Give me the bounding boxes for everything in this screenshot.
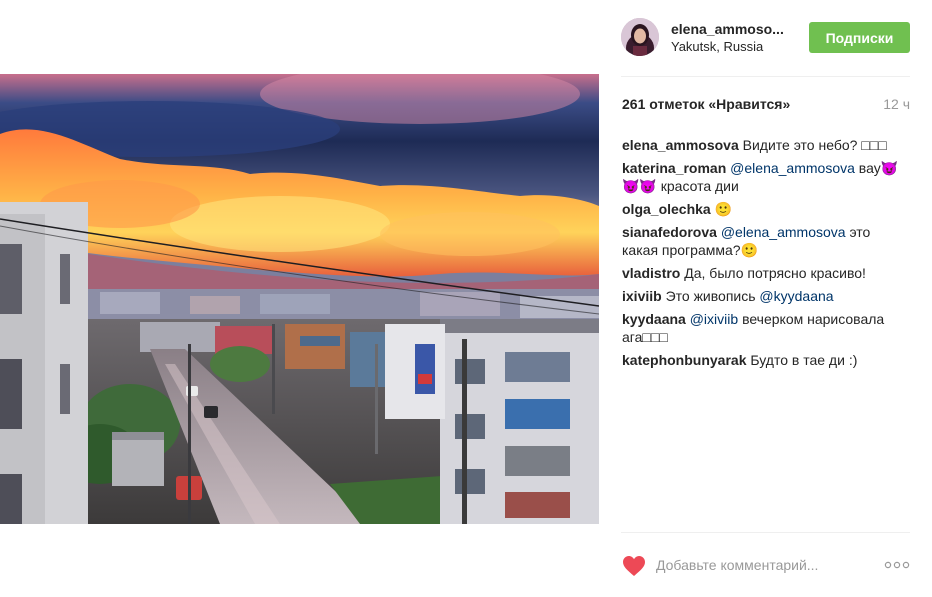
comment-username[interactable]: vladistro (622, 265, 680, 281)
comment-text: Будто в тае ди :) (750, 352, 858, 368)
comment-mention[interactable]: @ixiviib (690, 311, 738, 327)
comment-mention[interactable]: @elena_ammosova (730, 160, 855, 176)
more-options-icon[interactable] (884, 558, 910, 572)
comment-item: kyydaana @ixiviib вечерком нарисовала аг… (622, 310, 910, 346)
comment-item: vladistro Да, было потрясно красиво! (622, 264, 910, 282)
comments-divider (621, 532, 910, 533)
post-timestamp[interactable]: 12 ч (883, 96, 910, 112)
comment-username[interactable]: katephonbunyarak (622, 352, 746, 368)
likes-row: 261 отметок «Нравится» 12 ч (622, 96, 910, 116)
location-link[interactable]: Yakutsk, Russia (671, 39, 763, 54)
likes-count[interactable]: 261 отметок «Нравится» (622, 96, 790, 112)
comment-bar (622, 553, 910, 579)
comment-item: katerina_roman @elena_ammosova вау😈😈😈 кр… (622, 159, 910, 195)
comment-input[interactable] (656, 553, 866, 577)
comment-text: Это живопись (665, 288, 756, 304)
avatar-image (621, 18, 659, 56)
comment-username[interactable]: sianafedorova (622, 224, 717, 240)
comment-mention[interactable]: @kyydaana (759, 288, 833, 304)
comment-item: elena_ammosova Видите это небо? □□□ (622, 136, 910, 154)
user-avatar[interactable] (621, 18, 659, 56)
comment-item: olga_olechka 🙂 (622, 200, 910, 218)
header-divider (621, 76, 910, 77)
comment-username[interactable]: ixiviib (622, 288, 662, 304)
comment-item: ixiviib Это живопись @kyydaana (622, 287, 910, 305)
heart-icon-shape (623, 556, 645, 576)
comment-item: katephonbunyarak Будто в тае ди :) (622, 351, 910, 369)
post-photo[interactable] (0, 74, 599, 524)
follow-button[interactable]: Подписки (809, 22, 910, 53)
comment-item: sianafedorova @elena_ammosova это какая … (622, 223, 910, 259)
comment-username[interactable]: katerina_roman (622, 160, 726, 176)
username-link[interactable]: elena_ammoso... (671, 21, 801, 37)
heart-icon[interactable] (622, 555, 646, 577)
comment-text: 🙂 (714, 201, 733, 217)
comment-text: Да, было потрясно красиво! (684, 265, 866, 281)
sunset-cityscape-image (0, 74, 599, 524)
instagram-post-page: elena_ammoso... Yakutsk, Russia Подписки… (0, 0, 932, 597)
post-header: elena_ammoso... Yakutsk, Russia Подписки (621, 16, 910, 60)
comment-username[interactable]: elena_ammosova (622, 137, 739, 153)
comment-text: Видите это небо? □□□ (742, 137, 887, 153)
comment-mention[interactable]: @elena_ammosova (721, 224, 846, 240)
comments-list: elena_ammosova Видите это небо? □□□ kate… (622, 136, 910, 374)
comment-username[interactable]: olga_olechka (622, 201, 711, 217)
ellipsis-icon (884, 561, 910, 569)
comment-username[interactable]: kyydaana (622, 311, 686, 327)
